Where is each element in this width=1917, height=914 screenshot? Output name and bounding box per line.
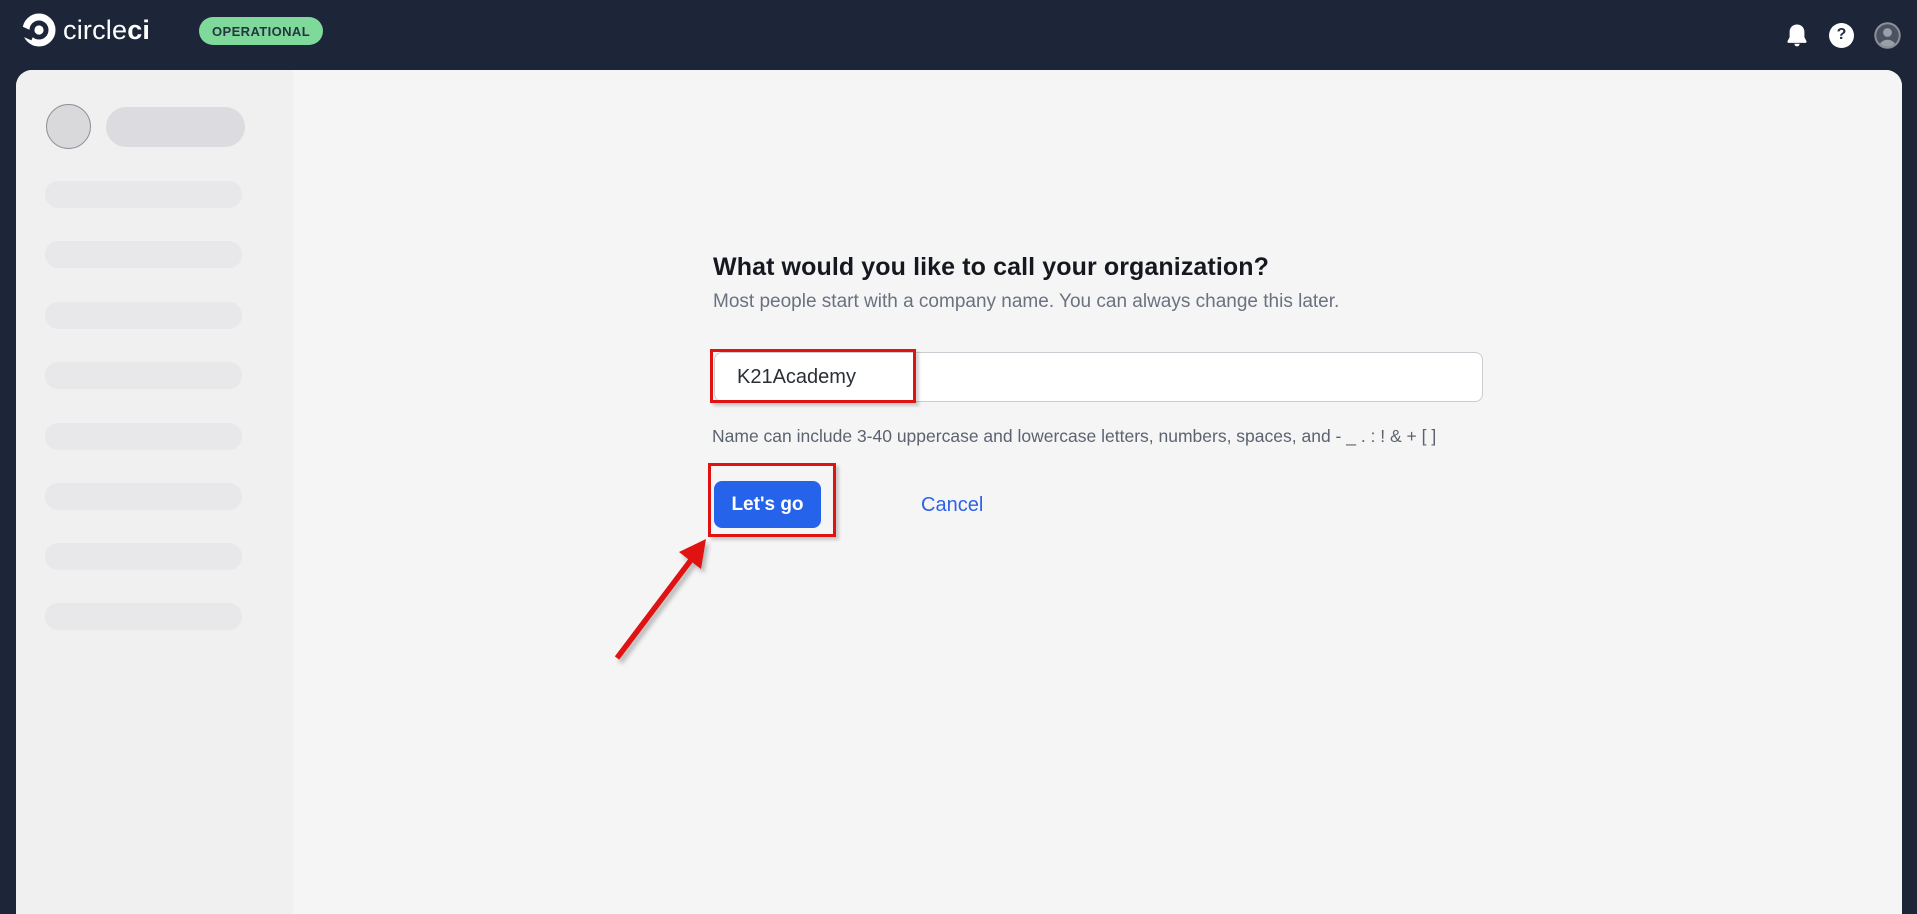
circleci-logo[interactable]: circleci [22, 13, 150, 47]
skeleton-bar [45, 603, 242, 630]
skeleton-org-pill [106, 107, 245, 147]
skeleton-bar [45, 423, 242, 450]
cancel-link[interactable]: Cancel [921, 494, 983, 517]
circleci-logo-text: circleci [63, 15, 150, 46]
skeleton-avatar-circle [46, 104, 91, 149]
page-subtitle: Most people start with a company name. Y… [713, 291, 1339, 313]
top-navbar: circleci OPERATIONAL ? [0, 0, 1917, 70]
user-avatar-icon[interactable] [1874, 22, 1901, 49]
skeleton-bar [45, 302, 242, 329]
skeleton-bar [45, 483, 242, 510]
main-area: What would you like to call your organiz… [293, 70, 1902, 914]
help-icon[interactable]: ? [1829, 23, 1854, 48]
page-title: What would you like to call your organiz… [713, 253, 1269, 282]
status-badge[interactable]: OPERATIONAL [199, 17, 323, 45]
skeleton-bar [45, 181, 242, 208]
organization-name-input[interactable] [714, 352, 1483, 402]
skeleton-bar [45, 241, 242, 268]
navbar-icons: ? [1785, 0, 1901, 70]
annotation-arrow-icon [601, 525, 731, 675]
content-sheet: What would you like to call your organiz… [16, 70, 1902, 914]
input-helper-text: Name can include 3-40 uppercase and lowe… [712, 426, 1436, 447]
skeleton-bar [45, 543, 242, 570]
lets-go-button[interactable]: Let's go [714, 481, 821, 528]
skeleton-bar [45, 362, 242, 389]
sidebar-skeleton [16, 70, 293, 914]
notifications-bell-icon[interactable] [1785, 22, 1809, 48]
circleci-logo-icon [22, 13, 56, 47]
